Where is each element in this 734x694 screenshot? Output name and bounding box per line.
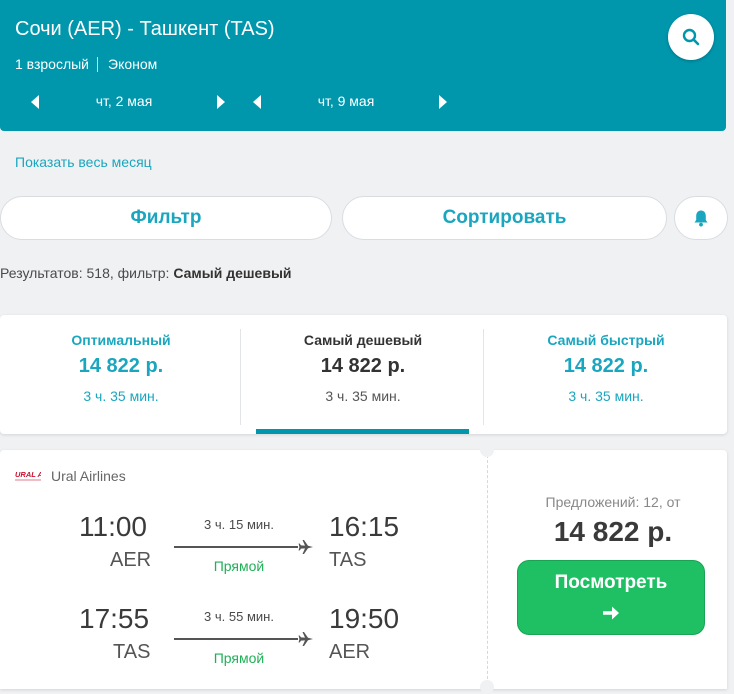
show-month-link[interactable]: Показать весь месяц xyxy=(15,154,152,170)
flight-line xyxy=(174,638,298,640)
flight-line xyxy=(174,546,298,548)
direct-flight-label: Прямой xyxy=(213,650,265,666)
search-icon xyxy=(682,28,700,46)
flight-duration: 3 ч. 55 мин. xyxy=(204,609,274,624)
departure-time: 11:00 xyxy=(79,511,147,542)
arrival-airport: AER xyxy=(329,641,371,663)
results-count: Результатов: 518, фильтр: xyxy=(0,265,170,281)
airline-name: Ural Airlines xyxy=(51,468,126,484)
arrow-right-icon xyxy=(603,606,619,620)
arrival-time: 19:50 xyxy=(329,603,400,634)
outbound-date[interactable]: чт, 2 мая xyxy=(64,93,184,109)
offers-count: Предложений: 12, от xyxy=(545,494,681,510)
return-next-date-icon[interactable] xyxy=(439,95,447,109)
search-button[interactable] xyxy=(668,14,714,60)
arrival-time: 16:15 xyxy=(329,511,400,542)
tab-duration: 3 ч. 35 мин. xyxy=(568,388,644,404)
bell-icon xyxy=(694,210,708,227)
departure-airport: TAS xyxy=(113,641,151,663)
divider xyxy=(487,450,488,689)
outbound-next-date-icon[interactable] xyxy=(217,95,225,109)
tab-cheapest[interactable]: Самый дешевый 14 822 р. 3 ч. 35 мин. xyxy=(242,315,484,434)
departure-time: 17:55 xyxy=(79,603,150,634)
return-prev-date-icon[interactable] xyxy=(253,95,261,109)
tab-duration: 3 ч. 35 мин. xyxy=(83,388,159,404)
ticket-card[interactable]: URAL AIRLINES Ural Airlines 11:00 AER 3 … xyxy=(0,443,727,694)
arrival-airport: TAS xyxy=(329,549,367,571)
plane-icon xyxy=(298,632,313,646)
search-header: Сочи (AER) - Ташкент (TAS) 1 взрослый Эк… xyxy=(0,0,726,131)
tab-price: 14 822 р. xyxy=(320,355,406,377)
tab-price: 14 822 р. xyxy=(563,355,649,377)
tab-duration: 3 ч. 35 мин. xyxy=(325,388,401,404)
sort-tabs: Оптимальный 14 822 р. 3 ч. 35 мин. Самый… xyxy=(0,315,727,434)
sort-button[interactable]: Сортировать xyxy=(342,196,667,240)
filter-button[interactable]: Фильтр xyxy=(0,196,332,240)
divider xyxy=(97,56,98,72)
airline-logo-text: URAL AIRLINES xyxy=(15,470,41,479)
divider xyxy=(483,329,484,425)
direct-flight-label: Прямой xyxy=(213,558,265,574)
flight-duration: 3 ч. 15 мин. xyxy=(204,517,274,532)
divider xyxy=(240,329,241,425)
plane-icon xyxy=(298,540,313,554)
passenger-info[interactable]: 1 взрослый Эконом xyxy=(15,56,157,72)
view-offer-label: Посмотреть xyxy=(554,572,668,593)
view-offer-button[interactable]: Посмотреть xyxy=(517,560,705,635)
airline-info: URAL AIRLINES Ural Airlines xyxy=(15,468,126,484)
passengers-count: 1 взрослый xyxy=(15,56,89,72)
tab-price: 14 822 р. xyxy=(78,355,164,377)
tab-label: Самый быстрый xyxy=(547,332,665,348)
airline-logo-icon: URAL AIRLINES xyxy=(15,470,41,481)
tab-fastest[interactable]: Самый быстрый 14 822 р. 3 ч. 35 мин. xyxy=(485,315,727,434)
price-alert-button[interactable] xyxy=(674,196,728,240)
active-tab-indicator xyxy=(256,429,469,434)
ticket-price: 14 822 р. xyxy=(553,516,673,547)
active-filter: Самый дешевый xyxy=(173,265,292,281)
tab-label: Самый дешевый xyxy=(303,332,423,348)
outbound-prev-date-icon[interactable] xyxy=(31,95,39,109)
results-summary: Результатов: 518, фильтр: Самый дешевый xyxy=(0,265,292,281)
ticket-notch xyxy=(480,443,494,457)
tab-label: Оптимальный xyxy=(71,332,171,348)
route-title[interactable]: Сочи (AER) - Ташкент (TAS) xyxy=(15,18,275,41)
return-date[interactable]: чт, 9 мая xyxy=(286,93,406,109)
ticket-notch xyxy=(480,680,494,694)
cabin-class: Эконом xyxy=(108,56,158,72)
tab-optimal[interactable]: Оптимальный 14 822 р. 3 ч. 35 мин. xyxy=(0,315,242,434)
departure-airport: AER xyxy=(110,549,152,571)
